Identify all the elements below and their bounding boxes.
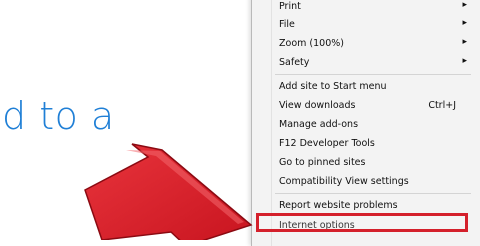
- pointer-arrow-icon: [84, 143, 253, 240]
